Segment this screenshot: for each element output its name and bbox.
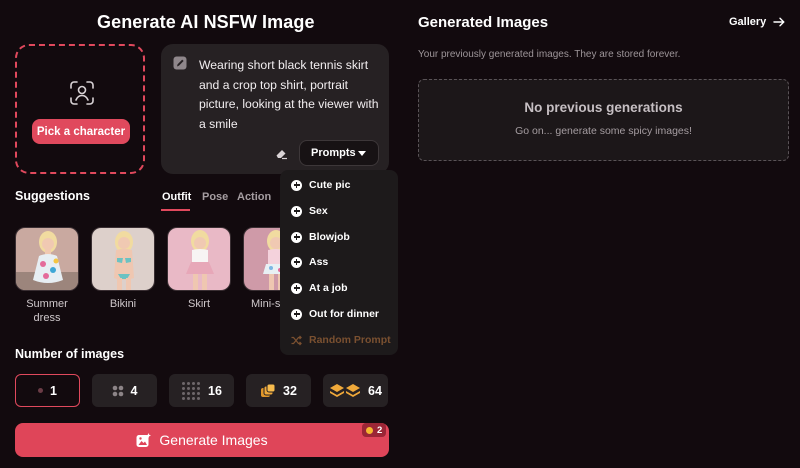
prompts-dropdown-button[interactable]: Prompts bbox=[299, 140, 379, 166]
prompt-box[interactable]: Wearing short black tennis skirt and a c… bbox=[161, 44, 389, 174]
menu-item-cute-pic[interactable]: Cute pic bbox=[291, 177, 350, 193]
skirt-image bbox=[168, 228, 230, 290]
menu-item-ass[interactable]: Ass bbox=[291, 254, 328, 270]
active-tab-indicator bbox=[161, 209, 190, 211]
suggestion-thumb-skirt[interactable] bbox=[167, 227, 231, 291]
count-option-64[interactable]: 64 bbox=[323, 374, 388, 407]
suggestion-label-summer-dress: Summer dress bbox=[26, 298, 68, 324]
face-scan-icon bbox=[70, 81, 94, 105]
pen-icon bbox=[173, 56, 187, 70]
character-picker[interactable]: Pick a character bbox=[15, 44, 145, 174]
gallery-link[interactable]: Gallery bbox=[729, 16, 786, 28]
generate-images-button[interactable]: Generate Images bbox=[15, 423, 389, 457]
cost-badge: 2 bbox=[362, 423, 387, 437]
layer-stack-icon bbox=[330, 383, 361, 397]
four-dots-icon bbox=[112, 385, 123, 396]
coin-icon bbox=[366, 426, 373, 434]
tab-pose[interactable]: Pose bbox=[202, 191, 228, 203]
plus-circle-icon bbox=[291, 231, 302, 243]
plus-circle-icon bbox=[291, 256, 302, 268]
generate-label: Generate Images bbox=[159, 432, 268, 448]
suggestion-thumb-summer-dress[interactable] bbox=[15, 227, 79, 291]
stacked-cards-icon bbox=[261, 383, 276, 397]
tab-outfit[interactable]: Outfit bbox=[162, 191, 191, 203]
prompt-text[interactable]: Wearing short black tennis skirt and a c… bbox=[199, 56, 381, 134]
caret-down-icon bbox=[358, 151, 366, 156]
suggestion-label-bikini: Bikini bbox=[109, 298, 137, 310]
empty-title: No previous generations bbox=[524, 100, 683, 115]
plus-circle-icon bbox=[291, 179, 302, 191]
summer-dress-image bbox=[16, 228, 78, 290]
plus-circle-icon bbox=[291, 205, 302, 217]
menu-item-sex[interactable]: Sex bbox=[291, 203, 328, 219]
empty-subtitle: Go on... generate some spicy images! bbox=[515, 125, 692, 137]
count-option-4[interactable]: 4 bbox=[92, 374, 157, 407]
single-dot-icon bbox=[38, 388, 44, 393]
count-option-16[interactable]: 16 bbox=[169, 374, 234, 407]
generated-images-subtitle: Your previously generated images. They a… bbox=[418, 49, 681, 60]
plus-circle-icon bbox=[291, 282, 302, 294]
menu-item-out-for-dinner[interactable]: Out for dinner bbox=[291, 306, 379, 322]
count-option-1[interactable]: 1 bbox=[15, 374, 80, 407]
shuffle-icon bbox=[291, 335, 302, 345]
suggestions-title: Suggestions bbox=[15, 189, 91, 203]
image-sparkle-icon bbox=[136, 432, 152, 447]
suggestion-label-skirt: Skirt bbox=[188, 298, 210, 310]
prompts-label: Prompts bbox=[311, 147, 356, 159]
menu-item-random-prompt[interactable]: Random Prompt bbox=[291, 332, 391, 348]
pick-character-button[interactable]: Pick a character bbox=[32, 119, 130, 144]
grid-dots-icon bbox=[182, 381, 201, 400]
tab-action[interactable]: Action bbox=[237, 191, 271, 203]
page-title: Generate AI NSFW Image bbox=[97, 12, 315, 32]
number-of-images-title: Number of images bbox=[15, 347, 125, 361]
bikini-image bbox=[92, 228, 154, 290]
eraser-icon[interactable] bbox=[275, 147, 288, 160]
menu-item-at-a-job[interactable]: At a job bbox=[291, 280, 348, 296]
suggestion-thumb-bikini[interactable] bbox=[91, 227, 155, 291]
generated-images-title: Generated Images bbox=[418, 14, 549, 31]
arrow-right-icon bbox=[773, 17, 786, 27]
menu-item-blowjob[interactable]: Blowjob bbox=[291, 229, 350, 245]
empty-generations-panel: No previous generations Go on... generat… bbox=[418, 79, 789, 161]
count-option-32[interactable]: 32 bbox=[246, 374, 311, 407]
prompts-menu: Cute pic Sex Blowjob Ass At a job Out fo… bbox=[280, 170, 398, 355]
plus-circle-icon bbox=[291, 308, 302, 320]
